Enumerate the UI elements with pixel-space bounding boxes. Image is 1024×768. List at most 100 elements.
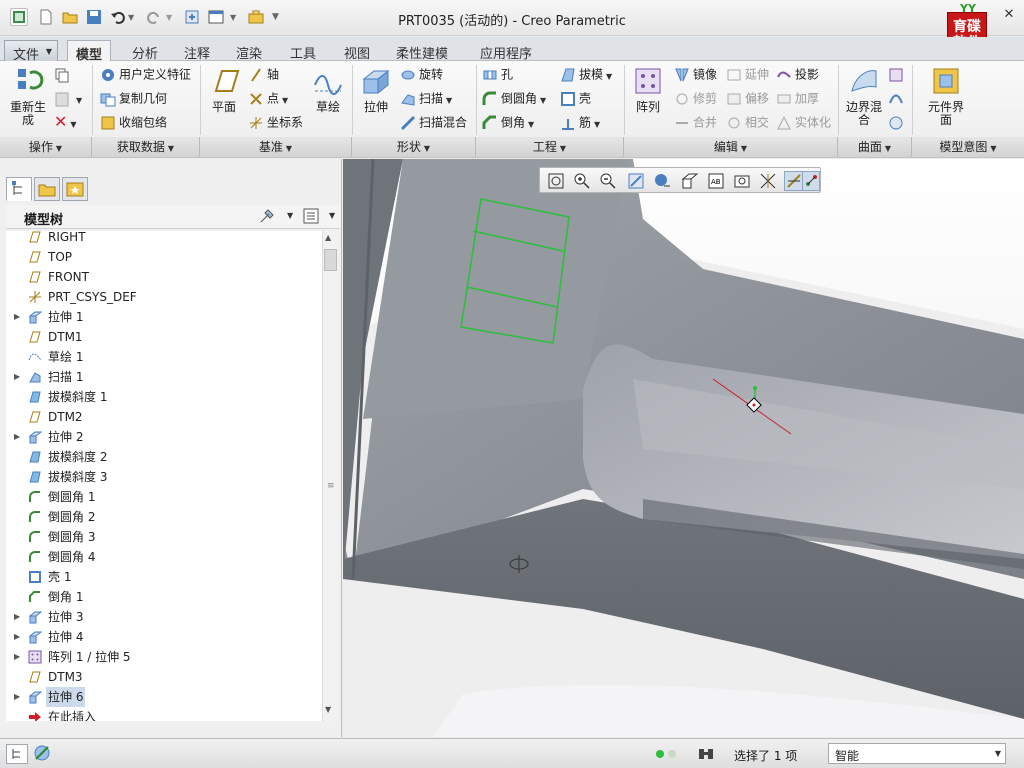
zoom-in-icon[interactable] — [572, 171, 592, 191]
model-tree-item[interactable]: 拔模斜度 2 — [6, 447, 322, 467]
tab-folder-browser[interactable] — [34, 177, 60, 201]
axis-display-icon[interactable] — [784, 171, 804, 191]
model-tree-item[interactable]: 倒圆角 1 — [6, 487, 322, 507]
model-tree-item[interactable]: DTM1 — [6, 327, 322, 347]
thicken-button[interactable]: 加厚 — [776, 91, 819, 107]
tab-file[interactable]: 文件 ▼ — [4, 40, 59, 63]
model-tree-item[interactable]: 拔模斜度 3 — [6, 467, 322, 487]
sketch-button[interactable]: 草绘 — [310, 65, 346, 114]
model-tree-item[interactable]: FRONT — [6, 267, 322, 287]
tree-show-icon[interactable] — [302, 207, 320, 228]
model-tree-item[interactable]: ▶ 拉伸 1 — [6, 307, 322, 327]
tab-tools[interactable]: 工具 — [282, 40, 324, 62]
model-tree-item[interactable]: RIGHT — [6, 231, 322, 247]
group-editing[interactable]: 编辑 ▼ — [624, 137, 838, 157]
paste-icon[interactable]: ▼ — [54, 91, 82, 108]
model-tree-item[interactable]: TOP — [6, 247, 322, 267]
revolve-button[interactable]: 旋转 — [400, 67, 443, 83]
swept-blend-button[interactable]: 扫描混合 — [400, 115, 467, 131]
copy-geometry-button[interactable]: 复制几何 — [100, 91, 167, 107]
model-tree-item[interactable]: 倒圆角 2 — [6, 507, 322, 527]
model-tree-item[interactable]: 壳 1 — [6, 567, 322, 587]
group-surfaces[interactable]: 曲面 ▼ — [838, 137, 912, 157]
model-tree-item[interactable]: ▶ 拉伸 4 — [6, 627, 322, 647]
mirror-button[interactable]: 镜像 — [674, 67, 717, 83]
view-manager-icon[interactable]: AB — [706, 171, 726, 191]
tab-model[interactable]: 模型 — [67, 40, 112, 63]
udf-button[interactable]: 用户定义特征 — [100, 67, 191, 83]
tab-analysis[interactable]: 分析 — [124, 40, 166, 62]
find-icon[interactable] — [696, 745, 716, 763]
hole-button[interactable]: 孔 — [482, 67, 513, 83]
model-tree-item[interactable]: 拔模斜度 1 — [6, 387, 322, 407]
scroll-down-icon[interactable]: ▼ — [325, 705, 331, 714]
expand-arrow-icon[interactable]: ▶ — [14, 687, 20, 707]
group-model-intent[interactable]: 模型意图 ▼ — [912, 137, 1024, 157]
point-button[interactable]: 点 ▼ — [248, 91, 288, 108]
datum-display-filter-icon[interactable] — [758, 171, 778, 191]
shell-button[interactable]: 壳 — [560, 91, 591, 107]
shrinkwrap-button[interactable]: 收缩包络 — [100, 115, 167, 131]
expand-arrow-icon[interactable]: ▶ — [14, 427, 20, 447]
tab-annotate[interactable]: 注释 — [176, 40, 218, 62]
trim-button[interactable]: 修剪 — [674, 91, 717, 107]
rib-button[interactable]: 筋 ▼ — [560, 115, 600, 132]
group-shapes[interactable]: 形状 ▼ — [352, 137, 476, 157]
group-get-data[interactable]: 获取数据 ▼ — [92, 137, 200, 157]
model-tree-item[interactable]: ▶ 拉伸 6 — [6, 687, 322, 707]
regenerate-button[interactable]: 重新生成 — [8, 65, 48, 127]
tab-render[interactable]: 渲染 — [228, 40, 270, 62]
model-tree-item[interactable]: 倒圆角 4 — [6, 547, 322, 567]
expand-arrow-icon[interactable]: ▶ — [14, 627, 20, 647]
extend-button[interactable]: 延伸 — [726, 67, 769, 83]
merge-button[interactable]: 合并 — [674, 115, 717, 131]
repaint-icon[interactable] — [626, 171, 646, 191]
zoom-out-icon[interactable] — [598, 171, 618, 191]
scroll-up-icon[interactable]: ▲ — [325, 233, 331, 242]
fill-icon[interactable] — [888, 67, 907, 83]
component-interface-button[interactable]: 元件界面 — [924, 65, 968, 127]
model-tree-item[interactable]: ▶ 扫描 1 — [6, 367, 322, 387]
model-tree-item[interactable]: 倒角 1 — [6, 587, 322, 607]
group-datum[interactable]: 基准 ▼ — [200, 137, 352, 157]
model-tree-item[interactable]: ▶ 阵列 1 / 拉伸 5 — [6, 647, 322, 667]
show-browser-icon[interactable] — [32, 744, 54, 764]
group-engineering[interactable]: 工程 ▼ — [476, 137, 624, 157]
extrude-button[interactable]: 拉伸 — [358, 65, 394, 114]
close-button[interactable]: ✕ — [1000, 6, 1018, 24]
saved-views-icon[interactable] — [680, 171, 700, 191]
tree-settings-dropdown-icon[interactable]: ▼ — [287, 211, 293, 220]
draft-button[interactable]: 拔模 ▼ — [560, 67, 612, 84]
csys-button[interactable]: 坐标系 — [248, 115, 303, 131]
model-tree-item[interactable]: ▶ 拉伸 2 — [6, 427, 322, 447]
point-display-icon[interactable] — [802, 171, 820, 191]
model-tree-item[interactable]: 草绘 1 — [6, 347, 322, 367]
tab-applications[interactable]: 应用程序 — [472, 40, 540, 62]
axis-button[interactable]: 轴 — [248, 67, 279, 83]
model-tree-item[interactable]: 在此插入 — [6, 707, 322, 721]
solidify-button[interactable]: 实体化 — [776, 115, 831, 131]
expand-arrow-icon[interactable]: ▶ — [14, 647, 20, 667]
tree-settings-icon[interactable] — [258, 207, 278, 228]
perspective-icon[interactable] — [732, 171, 752, 191]
model-3d-view[interactable] — [343, 159, 1024, 737]
scrollbar-thumb[interactable] — [324, 249, 337, 271]
intersect-button[interactable]: 相交 — [726, 115, 769, 131]
model-tree-item[interactable]: PRT_CSYS_DEF — [6, 287, 322, 307]
show-navigator-icon[interactable] — [6, 744, 28, 764]
group-operations[interactable]: 操作 ▼ — [0, 137, 92, 157]
offset-button[interactable]: 偏移 — [726, 91, 769, 107]
model-tree-item[interactable]: ▶ 拉伸 3 — [6, 607, 322, 627]
tab-favorites[interactable] — [62, 177, 88, 201]
sweep-button[interactable]: 扫描 ▼ — [400, 91, 452, 108]
tab-view[interactable]: 视图 — [336, 40, 378, 62]
delete-button[interactable]: ✕ ▼ — [54, 114, 77, 132]
round-button[interactable]: 倒圆角 ▼ — [482, 91, 546, 108]
tree-show-dropdown-icon[interactable]: ▼ — [329, 211, 335, 220]
selection-filter-select[interactable]: 智能 ▼ — [828, 743, 1006, 764]
expand-arrow-icon[interactable]: ▶ — [14, 607, 20, 627]
pattern-button[interactable]: 阵列 — [630, 65, 666, 114]
model-tree-item[interactable]: DTM2 — [6, 407, 322, 427]
boundary-blend-button[interactable]: 边界混合 — [844, 65, 884, 127]
chamfer-button[interactable]: 倒角 ▼ — [482, 115, 534, 132]
